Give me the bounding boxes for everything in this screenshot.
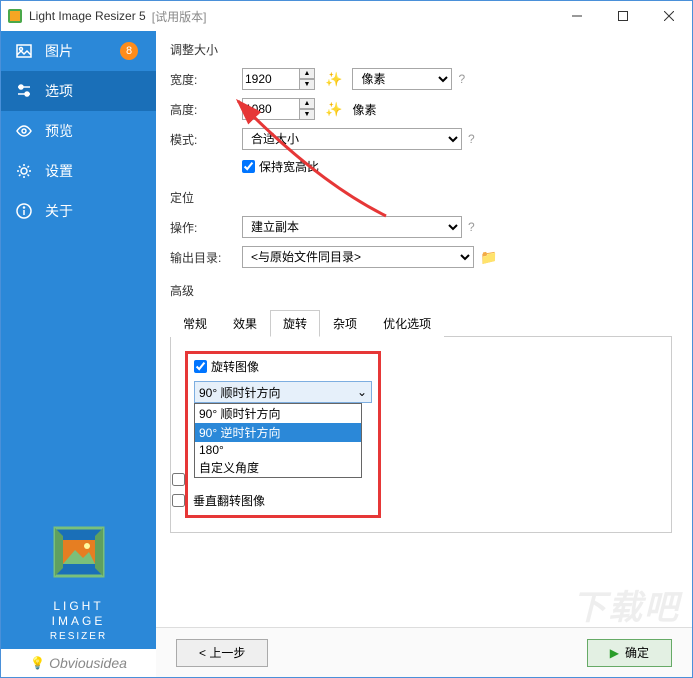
tab-general[interactable]: 常规 xyxy=(170,310,220,337)
rotate-checkbox[interactable] xyxy=(194,360,207,373)
dropdown-option[interactable]: 90° 逆时针方向 xyxy=(195,423,361,442)
window-controls xyxy=(554,1,692,31)
dropdown-option[interactable]: 自定义角度 xyxy=(195,458,361,477)
badge: 8 xyxy=(120,42,138,60)
titlebar: Light Image Resizer 5 [试用版本] xyxy=(1,1,692,31)
app-icon xyxy=(7,8,23,24)
content-panel: 调整大小 宽度: ▲▼ ✨ 像素 ? 高度: ▲▼ ✨ 像素 模式: 合适大小 … xyxy=(156,31,692,677)
rotate-label: 旋转图像 xyxy=(211,358,259,375)
sidebar-item-images[interactable]: 图片 8 xyxy=(1,31,156,71)
width-label: 宽度: xyxy=(170,71,242,88)
width-unit-select[interactable]: 像素 xyxy=(352,68,452,90)
sidebar-item-preview[interactable]: 预览 xyxy=(1,111,156,151)
wand-icon[interactable]: ✨ xyxy=(325,101,342,118)
rotate-tab-body: 旋转图像 90° 顺时针方向 ⌄ 90° 顺时针方向 90° 逆时针方向 180… xyxy=(170,337,672,533)
sliders-icon xyxy=(15,82,33,100)
sidebar-item-label: 图片 xyxy=(45,41,73,61)
output-dir-label: 输出目录: xyxy=(170,249,242,266)
height-unit-label: 像素 xyxy=(352,101,376,118)
help-icon[interactable]: ? xyxy=(468,220,475,234)
advanced-section-title: 高级 xyxy=(170,282,672,299)
image-icon xyxy=(15,42,33,60)
sidebar-item-options[interactable]: 选项 xyxy=(1,71,156,111)
resize-section-title: 调整大小 xyxy=(170,41,672,58)
operation-select[interactable]: 建立副本 xyxy=(242,216,462,238)
sidebar-item-label: 关于 xyxy=(45,201,73,221)
dropdown-list: 90° 顺时针方向 90° 逆时针方向 180° 自定义角度 xyxy=(194,403,362,478)
height-input[interactable] xyxy=(242,98,300,120)
sidebar-item-label: 预览 xyxy=(45,121,73,141)
rotate-angle-dropdown[interactable]: 90° 顺时针方向 ⌄ 90° 顺时针方向 90° 逆时针方向 180° 自定义… xyxy=(194,381,372,403)
tab-effects[interactable]: 效果 xyxy=(220,310,270,337)
sidebar-footer: LIGHT IMAGE RESIZER xyxy=(1,508,156,649)
gear-icon xyxy=(15,162,33,180)
help-icon[interactable]: ? xyxy=(468,132,475,146)
folder-icon[interactable]: 📁 xyxy=(480,249,497,266)
brand-text: LIGHT IMAGE RESIZER xyxy=(1,599,156,643)
help-icon[interactable]: ? xyxy=(458,72,465,86)
mode-select[interactable]: 合适大小 xyxy=(242,128,462,150)
sidebar-item-about[interactable]: 关于 xyxy=(1,191,156,231)
dropdown-option[interactable]: 180° xyxy=(195,442,361,458)
position-section-title: 定位 xyxy=(170,189,672,206)
minimize-button[interactable] xyxy=(554,1,600,31)
back-button[interactable]: < 上一步 xyxy=(176,639,268,667)
sidebar-item-settings[interactable]: 设置 xyxy=(1,151,156,191)
chevron-down-icon: ⌄ xyxy=(357,385,367,399)
height-spinner-buttons[interactable]: ▲▼ xyxy=(299,98,315,120)
advanced-tabs: 常规 效果 旋转 杂项 优化选项 xyxy=(170,309,672,337)
sidebar: 图片 8 选项 预览 设置 关于 LIGHT IMAGE RESIZER xyxy=(1,31,156,677)
width-spinner-buttons[interactable]: ▲▼ xyxy=(299,68,315,90)
flip-v-label: 垂直翻转图像 xyxy=(193,492,265,509)
operation-label: 操作: xyxy=(170,219,242,236)
keep-ratio-label: 保持宽高比 xyxy=(259,158,319,175)
flip-h-checkbox[interactable] xyxy=(172,473,185,486)
tab-rotate[interactable]: 旋转 xyxy=(270,310,320,337)
sidebar-item-label: 选项 xyxy=(45,81,73,101)
play-icon: ▶ xyxy=(610,646,619,660)
wand-icon[interactable]: ✨ xyxy=(325,71,342,88)
mode-label: 模式: xyxy=(170,131,242,148)
output-dir-select[interactable]: <与原始文件同目录> xyxy=(242,246,474,268)
maximize-button[interactable] xyxy=(600,1,646,31)
keep-ratio-checkbox[interactable] xyxy=(242,160,255,173)
info-icon xyxy=(15,202,33,220)
trial-label: [试用版本] xyxy=(152,8,207,25)
logo-icon xyxy=(1,522,156,585)
bulb-icon: 💡 xyxy=(30,656,45,670)
width-input[interactable] xyxy=(242,68,300,90)
eye-icon xyxy=(15,122,33,140)
tab-optimize[interactable]: 优化选项 xyxy=(370,310,444,337)
window-title: Light Image Resizer 5 xyxy=(29,9,146,23)
ok-button[interactable]: ▶ 确定 xyxy=(587,639,672,667)
flip-v-checkbox[interactable] xyxy=(172,494,185,507)
tab-misc[interactable]: 杂项 xyxy=(320,310,370,337)
footer: < 上一步 ▶ 确定 xyxy=(156,627,692,677)
dropdown-option[interactable]: 90° 顺时针方向 xyxy=(195,404,361,423)
highlight-box: 旋转图像 90° 顺时针方向 ⌄ 90° 顺时针方向 90° 逆时针方向 180… xyxy=(185,351,381,518)
close-button[interactable] xyxy=(646,1,692,31)
obviousidea-link[interactable]: 💡 Obviousidea xyxy=(1,649,156,677)
sidebar-item-label: 设置 xyxy=(45,161,73,181)
watermark: 下载吧 xyxy=(572,580,680,629)
height-label: 高度: xyxy=(170,101,242,118)
